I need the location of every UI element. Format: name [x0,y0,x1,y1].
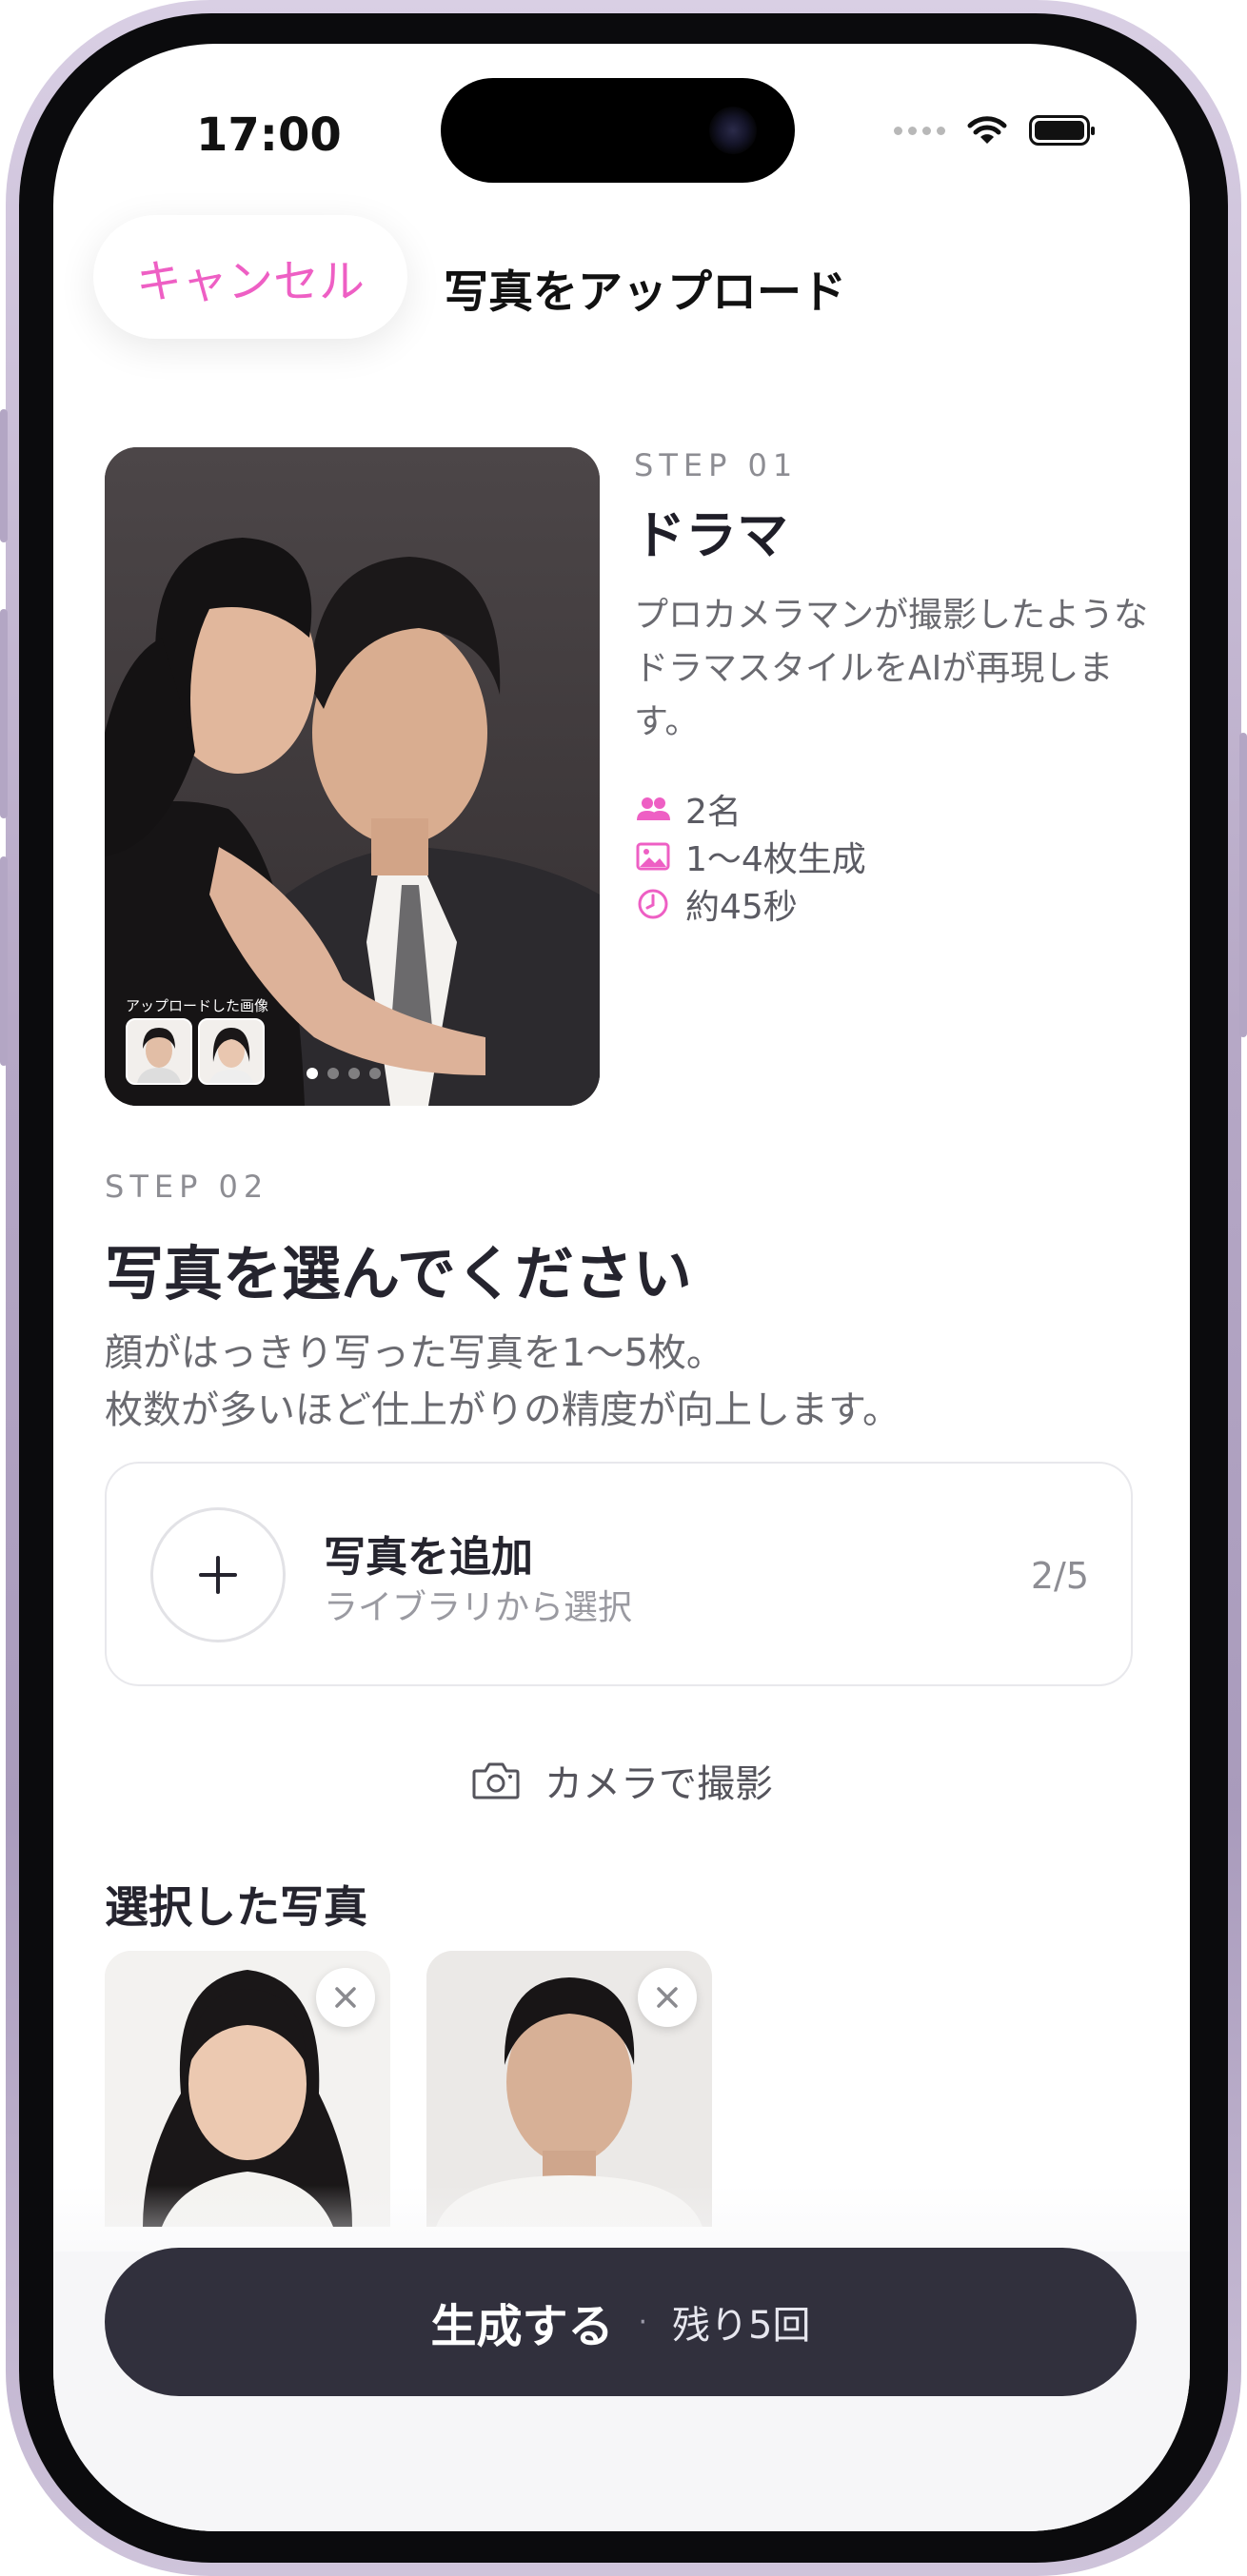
side-button [1239,733,1247,1037]
camera-icon [472,1762,520,1799]
status-time: 17:00 [196,108,342,162]
wifi-icon [967,116,1007,144]
page-dot [327,1068,339,1079]
battery-icon [1029,115,1095,146]
selected-photos-title: 選択した写真 [105,1881,367,1933]
image-icon [636,842,670,871]
style-title: ドラマ [634,505,788,565]
volume-up-button [0,609,8,818]
step-02-description: 顔がはっきり写った写真を1〜5枚。 枚数が多いほど仕上がりの精度が向上します。 [105,1331,901,1432]
separator-dot: · [638,2305,648,2339]
people-icon [637,797,670,820]
camera-label: カメラで撮影 [544,1762,773,1806]
close-icon [657,1987,678,2008]
cancel-button[interactable]: キャンセル [93,215,407,339]
add-photo-card[interactable]: 写真を追加 ライブラリから選択 2/5 [105,1462,1133,1686]
page-dot-active [307,1068,318,1079]
page-indicator [307,1068,381,1079]
uploaded-thumb [198,1018,265,1085]
style-preview-image[interactable]: アップロードした画像 [105,447,600,1106]
photo-count: 2/5 [1030,1555,1089,1597]
remove-photo-button[interactable] [316,1968,375,2027]
camera-button[interactable]: カメラで撮影 [53,1753,1190,1808]
generate-button[interactable]: 生成する · 残り5回 [105,2248,1137,2396]
generate-label: 生成する [430,2300,614,2353]
meta-images: 1〜4枚生成 [634,833,1148,880]
step-02-section: STEP 02 写真を選んでください 顔がはっきり写った写真を1〜5枚。 枚数が… [105,1169,1133,1439]
add-photo-title: 写真を追加 [324,1533,533,1582]
dynamic-island [441,78,795,183]
remaining-count: 残り5回 [672,2304,811,2348]
style-meta: 2名 1〜4枚生成 約45秒 [634,785,1148,928]
plus-icon [199,1556,237,1594]
close-icon [335,1987,356,2008]
volume-down-button [0,856,8,1066]
step-02-label: STEP 02 [105,1169,269,1205]
add-photo-subtitle: ライブラリから選択 [324,1588,633,1627]
page-title: 写真をアップロード [444,266,846,319]
style-description: プロカメラマンが撮影したようなドラマスタイルをAIが再現します。 [634,596,1149,741]
page-dot [369,1068,381,1079]
uploaded-thumb [126,1018,192,1085]
meta-time: 約45秒 [634,880,1148,928]
signal-icon [894,126,945,135]
page-dot [348,1068,360,1079]
step-02-title: 写真を選んでください [105,1239,692,1308]
style-info: STEP 01 ドラマ プロカメラマンが撮影したようなドラマスタイルをAIが再現… [634,447,1148,928]
clock-icon [638,889,668,919]
action-button [0,409,8,542]
status-icons [894,114,1095,147]
step-01-label: STEP 01 [634,447,799,483]
uploaded-caption: アップロードした画像 [126,997,269,1014]
meta-people: 2名 [634,785,1148,833]
add-photo-button[interactable] [150,1507,286,1642]
screen: 17:00 キャンセル 写真をアップロード アップロードした画像 STEP 01… [53,44,1190,2531]
remove-photo-button[interactable] [638,1968,697,2027]
